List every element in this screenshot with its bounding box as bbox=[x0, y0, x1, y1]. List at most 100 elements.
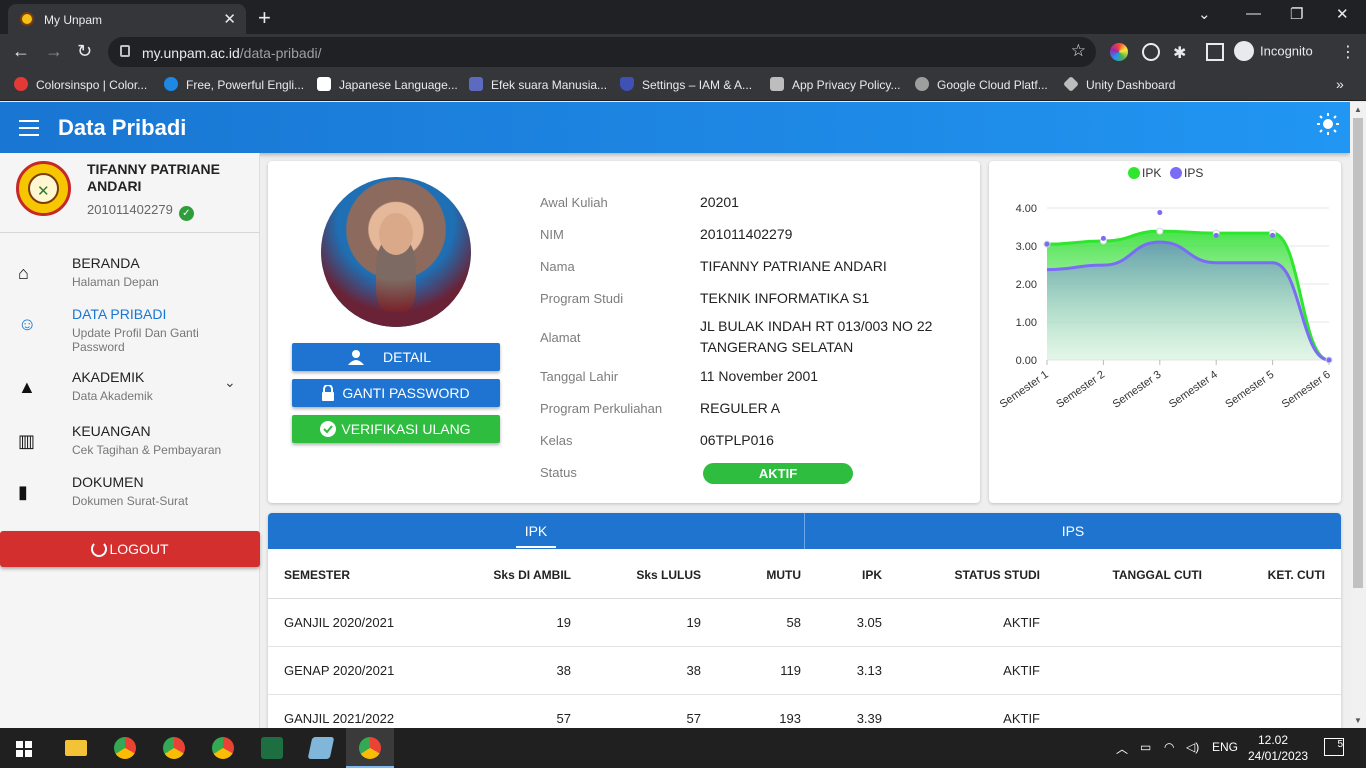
column-header: Sks DI AMBIL bbox=[493, 568, 571, 582]
battery-icon[interactable]: ▭ bbox=[1140, 740, 1151, 754]
y-tick-label: 2.00 bbox=[1016, 279, 1037, 291]
scrollbar-thumb[interactable] bbox=[1353, 118, 1363, 588]
hamburger-menu-icon[interactable] bbox=[19, 120, 39, 136]
chrome-profile-taskbar-icon[interactable] bbox=[150, 728, 198, 768]
x-tick-label: Semester 6 bbox=[1280, 369, 1333, 411]
tab-title: My Unpam bbox=[44, 13, 103, 27]
y-tick-label: 4.00 bbox=[1016, 203, 1037, 215]
tab-ips[interactable]: IPS bbox=[805, 513, 1341, 549]
scroll-down-icon[interactable]: ▼ bbox=[1354, 716, 1362, 725]
table-cell: 38 bbox=[686, 663, 701, 678]
verifikasi-ulang-button[interactable]: VERIFIKASI ULANG bbox=[292, 415, 500, 443]
table-cell: 57 bbox=[556, 711, 571, 726]
unpam-favicon-icon bbox=[20, 12, 34, 26]
info-value: JL BULAK INDAH RT 013/003 NO 22 TANGERAN… bbox=[700, 318, 933, 355]
windows-taskbar: ︿ ▭ ◠ ◁) ENG 12.02 24/01/2023 5 bbox=[0, 728, 1366, 768]
chart-card: 0.00 1.00 2.00 3.00 4.00 Semester 1 Semester 2… bbox=[989, 161, 1341, 503]
minimize-button[interactable]: — bbox=[1246, 5, 1261, 22]
ganti-password-button[interactable]: GANTI PASSWORD bbox=[292, 379, 500, 407]
sidebar-item-beranda[interactable]: ⌂ BERANDA Halaman Depan bbox=[0, 253, 260, 301]
y-tick-label: 3.00 bbox=[1016, 241, 1037, 253]
y-tick-label: 1.00 bbox=[1016, 317, 1037, 329]
browser-menu-icon[interactable]: ⋮ bbox=[1340, 42, 1356, 62]
page-title: Data Pribadi bbox=[58, 115, 187, 140]
forward-button[interactable]: → bbox=[45, 41, 63, 62]
info-value: 20201 bbox=[700, 194, 739, 210]
table-cell: 3.39 bbox=[856, 711, 882, 726]
file-explorer-taskbar-icon[interactable] bbox=[52, 728, 100, 768]
shield-icon bbox=[620, 77, 634, 91]
legend-ips-label: IPS bbox=[1184, 166, 1203, 180]
tab-ipk[interactable]: IPK bbox=[268, 513, 804, 549]
browser-tab[interactable]: My Unpam ✕ bbox=[8, 4, 246, 34]
chrome-incognito-taskbar-icon[interactable] bbox=[346, 728, 394, 768]
verified-badge-icon: ✓ bbox=[178, 206, 194, 221]
restore-button[interactable]: ❐ bbox=[1290, 5, 1303, 23]
theme-toggle-sun-icon[interactable] bbox=[1317, 113, 1339, 135]
more-bookmarks-icon[interactable]: » bbox=[1336, 76, 1344, 92]
table-row: GANJIL 2021/2022 57 57 193 3.39 AKTIF bbox=[268, 695, 1341, 728]
notes-taskbar-icon[interactable] bbox=[297, 728, 345, 768]
user-icon: ☺ bbox=[18, 314, 37, 334]
unpam-logo: ✕ bbox=[16, 161, 71, 216]
incognito-icon bbox=[1234, 41, 1254, 61]
sidebar-item-akademik[interactable]: ▲ AKADEMIK Data Akademik ⌄ bbox=[0, 367, 260, 415]
bookmark-star-icon[interactable]: ☆ bbox=[1071, 41, 1086, 61]
address-bar[interactable]: my.unpam.ac.id/data-pribadi/ ☆ bbox=[108, 37, 1096, 67]
unity-icon bbox=[1063, 76, 1079, 92]
incognito-indicator[interactable]: Incognito bbox=[1234, 41, 1313, 63]
show-hidden-icons-chevron-icon[interactable]: ︿ bbox=[1116, 740, 1128, 757]
table-cell: 3.13 bbox=[856, 663, 882, 678]
back-button[interactable]: ← bbox=[12, 41, 30, 62]
side-panel-icon[interactable] bbox=[1206, 43, 1224, 61]
lock-icon[interactable] bbox=[120, 45, 130, 57]
chrome-profile-taskbar-icon[interactable] bbox=[101, 728, 149, 768]
volume-icon[interactable]: ◁) bbox=[1186, 740, 1199, 754]
color-extension-icon[interactable] bbox=[1110, 43, 1128, 61]
page-scrollbar[interactable]: ▲ ▼ bbox=[1350, 102, 1366, 728]
extension-icon[interactable] bbox=[1142, 43, 1160, 61]
windows-start-icon[interactable] bbox=[16, 741, 32, 757]
bookmark-item[interactable]: Colorsinspo | Color... bbox=[14, 77, 147, 92]
bookmark-item[interactable]: Japanese Language... bbox=[317, 77, 458, 92]
column-header: KET. CUTI bbox=[1267, 568, 1325, 582]
info-label: Program Studi bbox=[540, 291, 624, 306]
system-clock[interactable]: 12.02 24/01/2023 bbox=[1248, 732, 1308, 764]
logout-button[interactable]: LOGOUT bbox=[0, 531, 260, 567]
sidebar-item-data-pribadi[interactable]: ☺ DATA PRIBADI Update Profil Dan Ganti P… bbox=[0, 304, 260, 354]
bookmark-item[interactable]: App Privacy Policy... bbox=[770, 77, 900, 92]
table-cell: GENAP 2020/2021 bbox=[284, 663, 395, 678]
extensions-puzzle-icon[interactable]: ✱ bbox=[1173, 43, 1191, 62]
bookmark-item[interactable]: Efek suara Manusia... bbox=[469, 77, 607, 92]
bookmark-item[interactable]: Free, Powerful Engli... bbox=[164, 77, 304, 92]
new-tab-button[interactable]: + bbox=[258, 5, 271, 31]
sidebar-item-keuangan[interactable]: ▥ KEUANGAN Cek Tagihan & Pembayaran bbox=[0, 421, 260, 469]
bookmark-item[interactable]: Google Cloud Platf... bbox=[915, 77, 1048, 92]
column-header: SEMESTER bbox=[284, 568, 351, 582]
table-row: GANJIL 2020/2021 19 19 58 3.05 AKTIF bbox=[268, 599, 1341, 647]
status-label: Status bbox=[540, 465, 577, 480]
excel-taskbar-icon[interactable] bbox=[248, 728, 296, 768]
info-label: Program Perkuliahan bbox=[540, 401, 663, 416]
bookmark-item[interactable]: Unity Dashboard bbox=[1063, 76, 1175, 92]
x-tick-label: Semester 5 bbox=[1223, 369, 1276, 411]
reload-button[interactable]: ↻ bbox=[77, 41, 92, 62]
wifi-icon[interactable]: ◠ bbox=[1164, 740, 1174, 754]
chrome-taskbar-icon[interactable] bbox=[199, 728, 247, 768]
notification-center-icon[interactable]: 5 bbox=[1324, 738, 1344, 756]
chevron-down-icon[interactable]: ⌄ bbox=[224, 374, 236, 391]
ips-data-point bbox=[1044, 241, 1050, 247]
close-tab-icon[interactable]: ✕ bbox=[223, 10, 236, 28]
close-window-button[interactable]: ✕ bbox=[1336, 5, 1349, 23]
document-icon bbox=[770, 77, 784, 91]
scroll-up-icon[interactable]: ▲ bbox=[1354, 105, 1362, 114]
detail-button[interactable]: DETAIL bbox=[292, 343, 500, 371]
bookmark-item[interactable]: Settings – IAM & A... bbox=[620, 77, 752, 92]
y-tick-label: 0.00 bbox=[1016, 355, 1037, 367]
sidebar-item-dokumen[interactable]: ▮ DOKUMEN Dokumen Surat-Surat bbox=[0, 472, 260, 520]
info-value: TIFANNY PATRIANE ANDARI bbox=[700, 258, 887, 274]
tab-search-icon[interactable]: ⌄ bbox=[1198, 5, 1211, 23]
url-text[interactable]: my.unpam.ac.id/data-pribadi/ bbox=[142, 45, 322, 61]
profile-photo bbox=[321, 177, 471, 327]
language-indicator[interactable]: ENG bbox=[1212, 740, 1238, 754]
